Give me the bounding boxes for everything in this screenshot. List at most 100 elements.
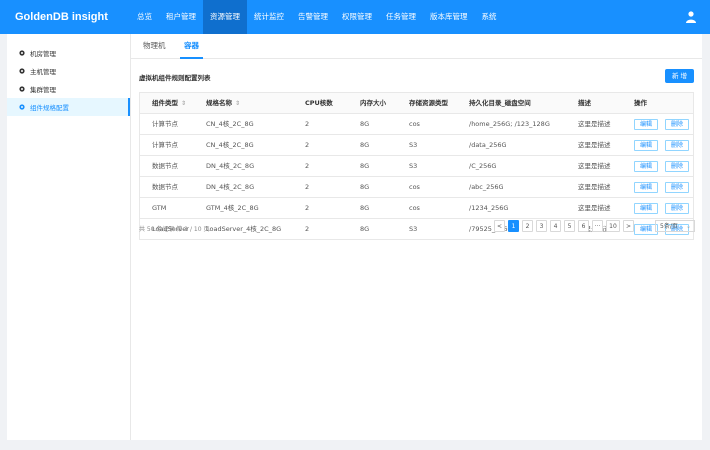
edit-button[interactable]: 编辑 bbox=[634, 161, 659, 172]
cell-storage-type: cos bbox=[409, 204, 420, 212]
cell-spec-name: CN_4核_2C_8G bbox=[206, 120, 254, 128]
edit-button[interactable]: 编辑 bbox=[634, 140, 659, 151]
nav-item-monitoring[interactable]: 统计监控 bbox=[247, 0, 291, 34]
cell-memory: 8G bbox=[360, 204, 370, 212]
nav-item-version[interactable]: 版本库管理 bbox=[423, 0, 475, 34]
main-nav: 总览 租户管理 资源管理 统计监控 告警管理 权限管理 任务管理 版本库管理 系… bbox=[130, 0, 504, 34]
header-cpu: CPU核数 bbox=[305, 99, 333, 107]
page-ellipsis[interactable]: ··· bbox=[592, 220, 603, 232]
tab-bar: 物理机 容器 bbox=[131, 34, 702, 59]
cell-spec-name: CN_4核_2C_8G bbox=[206, 141, 254, 149]
page-size-value: 5条/页 bbox=[660, 223, 678, 230]
cell-storage-type: S3 bbox=[409, 162, 418, 170]
gear-icon bbox=[19, 86, 25, 92]
page-button[interactable]: 4 bbox=[550, 220, 561, 232]
cell-persist-dir: /data_256G bbox=[469, 141, 507, 149]
sidebar-item-component-spec[interactable]: 组件规格配置 bbox=[7, 98, 130, 116]
add-button[interactable]: 新 增 bbox=[665, 69, 694, 83]
page-button[interactable]: 2 bbox=[522, 220, 533, 232]
cell-cpu: 2 bbox=[305, 162, 310, 170]
cell-storage-type: cos bbox=[409, 120, 420, 128]
main-panel: 机房管理 主机管理 集群管理 组件规格配置 物理机 容器 虚拟机组件规则配置列表… bbox=[7, 34, 702, 440]
nav-item-system[interactable]: 系统 bbox=[475, 0, 504, 34]
tab-physical[interactable]: 物理机 bbox=[143, 34, 166, 59]
table-row: 数据节点 DN_4核_2C_8G 2 8G S3/C_256G 这里是描述 编辑 删除 bbox=[140, 156, 693, 177]
page-button[interactable]: 5 bbox=[564, 220, 575, 232]
sidebar-item-label: 机房管理 bbox=[30, 50, 56, 58]
nav-item-overview[interactable]: 总览 bbox=[130, 0, 159, 34]
cell-description: 这里是描述 bbox=[578, 204, 611, 212]
section-title: 虚拟机组件规则配置列表 bbox=[139, 74, 211, 82]
cell-persist-dir: /1234_256G bbox=[469, 204, 509, 212]
header-component-type[interactable]: 组件类型 ⇕ bbox=[152, 93, 186, 113]
gear-icon bbox=[19, 50, 25, 56]
cell-cpu: 2 bbox=[305, 141, 310, 149]
tab-container[interactable]: 容器 bbox=[180, 34, 203, 59]
cell-memory: 8G bbox=[360, 141, 370, 149]
cell-persist-dir: /home_256G; /123_128G bbox=[469, 120, 550, 128]
cell-spec-name: GTM_4核_2C_8G bbox=[206, 204, 259, 212]
sidebar-item-label: 集群管理 bbox=[30, 86, 56, 94]
chevron-down-icon: ⌄ bbox=[685, 223, 691, 230]
cell-description: 这里是描述 bbox=[578, 183, 611, 191]
cell-component-type: 数据节点 bbox=[152, 183, 178, 191]
cell-cpu: 2 bbox=[305, 204, 310, 212]
cell-persist-dir: /abc_256G bbox=[469, 183, 504, 191]
sidebar-item-host[interactable]: 主机管理 bbox=[7, 62, 130, 80]
nav-item-tenant[interactable]: 租户管理 bbox=[159, 0, 203, 34]
gear-icon bbox=[19, 68, 25, 74]
cell-component-type: 计算节点 bbox=[152, 141, 178, 149]
table-header-row: 组件类型 ⇕ 规格名称 ⇕ CPU核数 内存大小 存储资源类型 持久化目录_磁盘空间… bbox=[140, 93, 693, 114]
cell-component-type: 计算节点 bbox=[152, 120, 178, 128]
page-button[interactable]: 10 bbox=[606, 220, 620, 232]
sort-icon[interactable]: ⇕ bbox=[181, 100, 186, 107]
top-navigation-bar: GoldenDB insight 总览 租户管理 资源管理 统计监控 告警管理 … bbox=[0, 0, 710, 34]
cell-storage-type: cos bbox=[409, 183, 420, 191]
page-size-select[interactable]: 5条/页 ⌄ bbox=[655, 220, 695, 232]
table-row: GTM GTM_4核_2C_8G 2 8G cos/1234_256G 这里是描述 编辑 删除 bbox=[140, 198, 693, 219]
delete-button[interactable]: 删除 bbox=[665, 161, 690, 172]
cell-description: 这里是描述 bbox=[578, 120, 611, 128]
header-description: 描述 bbox=[578, 99, 591, 107]
spec-table: 组件类型 ⇕ 规格名称 ⇕ CPU核数 内存大小 存储资源类型 持久化目录_磁盘空间… bbox=[139, 92, 694, 240]
nav-item-alarm[interactable]: 告警管理 bbox=[291, 0, 335, 34]
cell-description: 这里是描述 bbox=[578, 141, 611, 149]
cell-component-type: 数据节点 bbox=[152, 162, 178, 170]
next-page-button[interactable]: > bbox=[623, 220, 634, 232]
content-area: 物理机 容器 虚拟机组件规则配置列表 新 增 组件类型 ⇕ 规格名称 ⇕ CPU核数… bbox=[131, 34, 702, 440]
sidebar-item-label: 主机管理 bbox=[30, 68, 56, 76]
header-spec-name[interactable]: 规格名称 ⇕ bbox=[206, 93, 240, 113]
page-button[interactable]: 1 bbox=[508, 220, 519, 232]
edit-button[interactable]: 编辑 bbox=[634, 203, 659, 214]
header-persist-dir: 持久化目录_磁盘空间 bbox=[469, 99, 531, 107]
nav-item-permission[interactable]: 权限管理 bbox=[335, 0, 379, 34]
nav-item-resource[interactable]: 资源管理 bbox=[203, 0, 247, 34]
cell-spec-name: DN_4核_2C_8G bbox=[206, 183, 255, 191]
delete-button[interactable]: 删除 bbox=[665, 203, 690, 214]
edit-button[interactable]: 编辑 bbox=[634, 182, 659, 193]
cell-cpu: 2 bbox=[305, 120, 310, 128]
cell-cpu: 2 bbox=[305, 183, 310, 191]
cell-storage-type: S3 bbox=[409, 141, 418, 149]
edit-button[interactable]: 编辑 bbox=[634, 119, 659, 130]
nav-item-task[interactable]: 任务管理 bbox=[379, 0, 423, 34]
user-icon[interactable] bbox=[686, 11, 696, 23]
delete-button[interactable]: 删除 bbox=[665, 140, 690, 151]
page-button[interactable]: 3 bbox=[536, 220, 547, 232]
table-row: 计算节点 CN_4核_2C_8G 2 8G cos/home_256G; /123_12… bbox=[140, 114, 693, 135]
cell-memory: 8G bbox=[360, 162, 370, 170]
table-row: 数据节点 DN_4核_2C_8G 2 8G cos/abc_256G 这里是描述 编辑 删除 bbox=[140, 177, 693, 198]
header-memory: 内存大小 bbox=[360, 99, 386, 107]
delete-button[interactable]: 删除 bbox=[665, 119, 690, 130]
cell-memory: 8G bbox=[360, 120, 370, 128]
prev-page-button[interactable]: < bbox=[494, 220, 505, 232]
sort-icon[interactable]: ⇕ bbox=[235, 100, 240, 107]
sidebar-item-cluster[interactable]: 集群管理 bbox=[7, 80, 130, 98]
gear-icon bbox=[19, 104, 25, 110]
delete-button[interactable]: 删除 bbox=[665, 182, 690, 193]
header-actions: 操作 bbox=[634, 99, 647, 107]
page-button[interactable]: 6 bbox=[578, 220, 589, 232]
sidebar-item-datacenter[interactable]: 机房管理 bbox=[7, 44, 130, 62]
sidebar-item-label: 组件规格配置 bbox=[30, 104, 69, 112]
table-row: 计算节点 CN_4核_2C_8G 2 8G S3/data_256G 这里是描述 编辑 删除 bbox=[140, 135, 693, 156]
